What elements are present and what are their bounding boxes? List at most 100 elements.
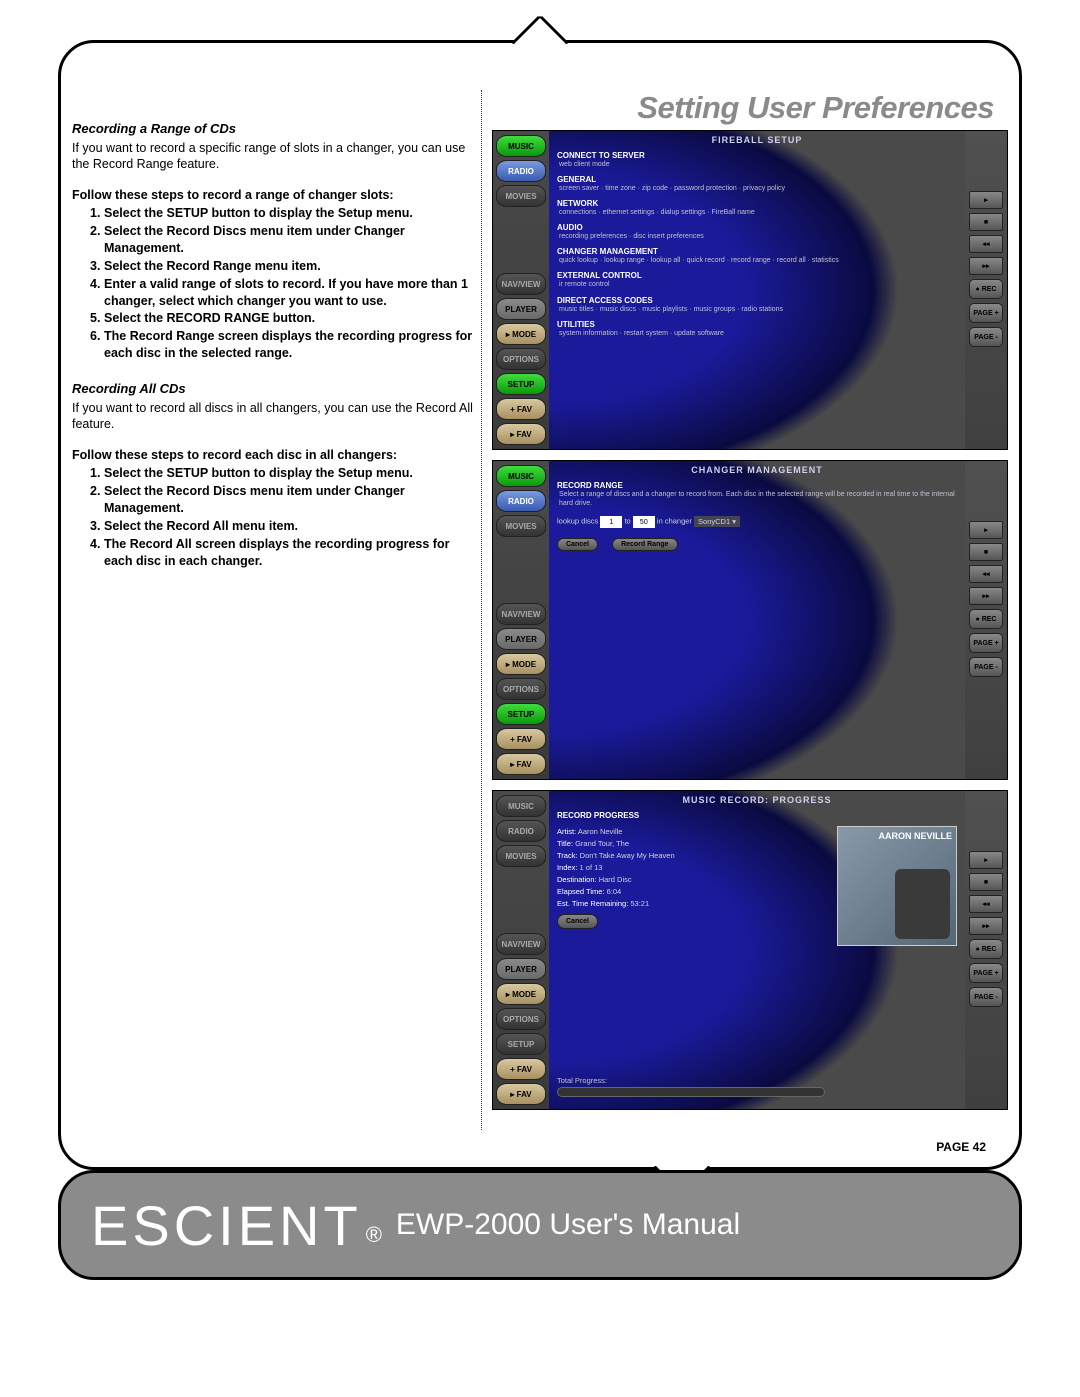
cancel-button[interactable]: Cancel xyxy=(557,538,598,551)
form-label: lookup discs xyxy=(557,517,598,526)
screenshot-setup: MUSIC RADIO MOVIES NAV/VIEW PLAYER ▸ MOD… xyxy=(492,130,1008,450)
play-icon[interactable]: ▸ xyxy=(969,851,1003,869)
play-icon[interactable]: ▸ xyxy=(969,521,1003,539)
setup-section-items: web client mode xyxy=(557,160,957,169)
mode-button[interactable]: ▸ MODE xyxy=(496,323,546,345)
rec-button[interactable]: ● REC xyxy=(969,609,1003,629)
stop-icon[interactable]: ■ xyxy=(969,543,1003,561)
forward-icon[interactable]: ▸▸ xyxy=(969,587,1003,605)
step-item: 2.Select the Record Discs menu item unde… xyxy=(90,483,473,517)
fav-button[interactable]: ▸ FAV xyxy=(496,1083,546,1105)
record-range-heading: RECORD RANGE xyxy=(557,481,957,490)
ss-main: MUSIC RECORD: PROGRESS RECORD PROGRESS A… xyxy=(549,791,965,1109)
cancel-button[interactable]: Cancel xyxy=(557,914,598,929)
section1-intro: If you want to record a specific range o… xyxy=(72,140,473,174)
music-button[interactable]: MUSIC xyxy=(496,465,546,487)
setup-section-items: recording preferences · disc insert pref… xyxy=(557,232,957,241)
stop-icon[interactable]: ■ xyxy=(969,213,1003,231)
page-down-button[interactable]: PAGE - xyxy=(969,327,1003,347)
add-fav-button[interactable]: + FAV xyxy=(496,728,546,750)
setup-section-items: quick lookup · lookup range · lookup all… xyxy=(557,256,957,265)
mode-button[interactable]: ▸ MODE xyxy=(496,983,546,1005)
step-item: 5.Select the RECORD RANGE button. xyxy=(90,310,473,327)
rewind-icon[interactable]: ◂◂ xyxy=(969,565,1003,583)
section1-steps: 1.Select the SETUP button to display the… xyxy=(72,205,473,362)
fav-button[interactable]: ▸ FAV xyxy=(496,753,546,775)
page-up-button[interactable]: PAGE + xyxy=(969,633,1003,653)
page-down-button[interactable]: PAGE - xyxy=(969,657,1003,677)
navview-button[interactable]: NAV/VIEW xyxy=(496,933,546,955)
to-label: to xyxy=(624,517,630,526)
radio-button[interactable]: RADIO xyxy=(496,160,546,182)
rec-button[interactable]: ● REC xyxy=(969,939,1003,959)
setup-button[interactable]: SETUP xyxy=(496,1033,546,1055)
stop-icon[interactable]: ■ xyxy=(969,873,1003,891)
movies-button[interactable]: MOVIES xyxy=(496,185,546,207)
forward-icon[interactable]: ▸▸ xyxy=(969,917,1003,935)
navview-button[interactable]: NAV/VIEW xyxy=(496,603,546,625)
setup-section[interactable]: UTILITIES xyxy=(557,320,957,329)
step-item: 3.Select the Record Range menu item. xyxy=(90,258,473,275)
options-button[interactable]: OPTIONS xyxy=(496,678,546,700)
setup-button[interactable]: SETUP xyxy=(496,373,546,395)
setup-section[interactable]: CONNECT TO SERVER xyxy=(557,151,957,160)
album-cover: AARON NEVILLE xyxy=(837,826,957,946)
section2-heading: Recording All CDs xyxy=(72,380,473,398)
step-item: 3.Select the Record All menu item. xyxy=(90,518,473,535)
changer-select[interactable]: SonyCD1 ▾ xyxy=(694,516,740,527)
options-button[interactable]: OPTIONS xyxy=(496,1008,546,1030)
step-item: 6.The Record Range screen displays the r… xyxy=(90,328,473,362)
setup-section[interactable]: EXTERNAL CONTROL xyxy=(557,271,957,280)
step-item: 1.Select the SETUP button to display the… xyxy=(90,465,473,482)
setup-section[interactable]: DIRECT ACCESS CODES xyxy=(557,296,957,305)
setup-section[interactable]: NETWORK xyxy=(557,199,957,208)
radio-button[interactable]: RADIO xyxy=(496,490,546,512)
setup-button[interactable]: SETUP xyxy=(496,703,546,725)
forward-icon[interactable]: ▸▸ xyxy=(969,257,1003,275)
section1-steps-intro: Follow these steps to record a range of … xyxy=(72,187,473,204)
page-frame: Setting User Preferences Recording a Ran… xyxy=(58,40,1022,1170)
rec-button[interactable]: ● REC xyxy=(969,279,1003,299)
options-button[interactable]: OPTIONS xyxy=(496,348,546,370)
screen-title: CHANGER MANAGEMENT xyxy=(557,465,957,475)
to-input[interactable] xyxy=(633,516,655,528)
manual-title: EWP-2000 User's Manual xyxy=(396,1208,740,1242)
range-form: lookup discs to in changer SonyCD1 ▾ Can… xyxy=(557,516,957,551)
ss-right-controls: ▸ ■ ◂◂ ▸▸ ● REC PAGE + PAGE - xyxy=(965,131,1007,449)
player-button[interactable]: PLAYER xyxy=(496,628,546,650)
setup-section-items: ir remote control xyxy=(557,280,957,289)
navview-button[interactable]: NAV/VIEW xyxy=(496,273,546,295)
rewind-icon[interactable]: ◂◂ xyxy=(969,895,1003,913)
ss-sidebar: MUSIC RADIO MOVIES NAV/VIEW PLAYER ▸ MOD… xyxy=(493,461,549,779)
player-button[interactable]: PLAYER xyxy=(496,298,546,320)
section2-steps-intro: Follow these steps to record each disc i… xyxy=(72,447,473,464)
play-icon[interactable]: ▸ xyxy=(969,191,1003,209)
record-range-button[interactable]: Record Range xyxy=(612,538,677,551)
section1-heading: Recording a Range of CDs xyxy=(72,120,473,138)
content-area: Recording a Range of CDs If you want to … xyxy=(72,90,1008,1130)
mode-button[interactable]: ▸ MODE xyxy=(496,653,546,675)
rewind-icon[interactable]: ◂◂ xyxy=(969,235,1003,253)
from-input[interactable] xyxy=(600,516,622,528)
setup-section-items: screen saver · time zone · zip code · pa… xyxy=(557,184,957,193)
setup-section[interactable]: GENERAL xyxy=(557,175,957,184)
music-button[interactable]: MUSIC xyxy=(496,135,546,157)
total-progress: Total Progress: xyxy=(557,1076,825,1097)
registered-icon: ® xyxy=(366,1222,382,1248)
fav-button[interactable]: ▸ FAV xyxy=(496,423,546,445)
movies-button[interactable]: MOVIES xyxy=(496,845,546,867)
setup-section[interactable]: CHANGER MANAGEMENT xyxy=(557,247,957,256)
radio-button[interactable]: RADIO xyxy=(496,820,546,842)
page-down-button[interactable]: PAGE - xyxy=(969,987,1003,1007)
add-fav-button[interactable]: + FAV xyxy=(496,1058,546,1080)
page-up-button[interactable]: PAGE + xyxy=(969,303,1003,323)
music-button[interactable]: MUSIC xyxy=(496,795,546,817)
ss-main: FIREBALL SETUP CONNECT TO SERVERweb clie… xyxy=(549,131,965,449)
movies-button[interactable]: MOVIES xyxy=(496,515,546,537)
player-button[interactable]: PLAYER xyxy=(496,958,546,980)
left-column: Recording a Range of CDs If you want to … xyxy=(72,90,482,1130)
page-up-button[interactable]: PAGE + xyxy=(969,963,1003,983)
add-fav-button[interactable]: + FAV xyxy=(496,398,546,420)
setup-section[interactable]: AUDIO xyxy=(557,223,957,232)
progress-info: Artist: Aaron Neville Title: Grand Tour,… xyxy=(557,826,827,946)
